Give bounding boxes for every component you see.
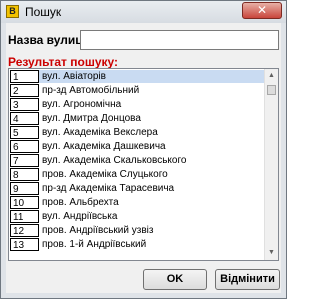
title-bar[interactable]: В Пошук ✕ [1, 1, 286, 23]
street-name: пров. Академіка Слуцького [42, 169, 168, 180]
results-list[interactable]: 1 вул. Авіаторів 2 пр-зд Автомобільний 3 вул.… [8, 68, 279, 261]
list-item[interactable]: 10 пров. Альбрехта [10, 196, 265, 209]
row-number: 1 [10, 70, 39, 83]
street-name-label: Назва вулиці: [8, 33, 90, 47]
row-number: 4 [10, 112, 39, 125]
vertical-scrollbar[interactable]: ▲ ▼ [264, 69, 278, 260]
list-item[interactable]: 7 вул. Академіка Скальковського [10, 154, 265, 167]
list-item[interactable]: 2 пр-зд Автомобільний [10, 84, 265, 97]
street-name: пр-зд Академіка Тарасевича [42, 183, 175, 194]
street-name: пр-зд Автомобільний [42, 85, 140, 96]
cancel-button[interactable]: Відмінити [215, 269, 280, 290]
list-item[interactable]: 13 пров. 1-й Андріївський [10, 238, 265, 251]
row-number: 3 [10, 98, 39, 111]
street-name: вул. Академіка Скальковського [42, 155, 187, 166]
search-dialog: В Пошук ✕ Назва вулиці: Результат пошуку… [0, 0, 287, 299]
list-item[interactable]: 9 пр-зд Академіка Тарасевича [10, 182, 265, 195]
row-number: 2 [10, 84, 39, 97]
list-item[interactable]: 11 вул. Андріївська [10, 210, 265, 223]
row-number: 8 [10, 168, 39, 181]
list-item[interactable]: 1 вул. Авіаторів [10, 70, 265, 83]
street-name: вул. Академіка Дашкевича [42, 141, 166, 152]
list-item[interactable]: 4 вул. Дмитра Донцова [10, 112, 265, 125]
list-item[interactable]: 12 пров. Андріївський узвіз [10, 224, 265, 237]
row-number: 7 [10, 154, 39, 167]
row-number: 6 [10, 140, 39, 153]
row-number: 5 [10, 126, 39, 139]
app-icon: В [6, 5, 19, 18]
list-item[interactable]: 3 вул. Агрономічна [10, 98, 265, 111]
street-name: вул. Авіаторів [39, 70, 265, 83]
row-number: 13 [10, 238, 39, 251]
street-name: вул. Агрономічна [42, 99, 122, 110]
close-button[interactable]: ✕ [242, 2, 282, 19]
window-title: Пошук [25, 5, 62, 19]
street-name-input[interactable] [80, 30, 279, 50]
street-name: вул. Дмитра Донцова [42, 113, 141, 124]
list-item[interactable]: 5 вул. Академіка Векслера [10, 126, 265, 139]
ok-button[interactable]: OK [143, 269, 207, 290]
row-number: 9 [10, 182, 39, 195]
results-rows: 1 вул. Авіаторів 2 пр-зд Автомобільний 3 вул.… [10, 70, 265, 252]
street-name: вул. Андріївська [42, 211, 118, 222]
list-item[interactable]: 8 пров. Академіка Слуцького [10, 168, 265, 181]
row-number: 12 [10, 224, 39, 237]
results-label: Результат пошуку: [8, 55, 119, 69]
scroll-down-arrow-icon[interactable]: ▼ [265, 246, 278, 260]
scroll-thumb[interactable] [267, 85, 276, 95]
list-item[interactable]: 6 вул. Академіка Дашкевича [10, 140, 265, 153]
dialog-body: Назва вулиці: Результат пошуку: 1 вул. Ав… [6, 23, 281, 293]
street-name: пров. Андріївський узвіз [42, 225, 154, 236]
scroll-up-arrow-icon[interactable]: ▲ [265, 69, 278, 83]
row-number: 10 [10, 196, 39, 209]
street-name: пров. Альбрехта [42, 197, 119, 208]
street-name: пров. 1-й Андріївський [42, 239, 147, 250]
row-number: 11 [10, 210, 39, 223]
street-name: вул. Академіка Векслера [42, 127, 158, 138]
